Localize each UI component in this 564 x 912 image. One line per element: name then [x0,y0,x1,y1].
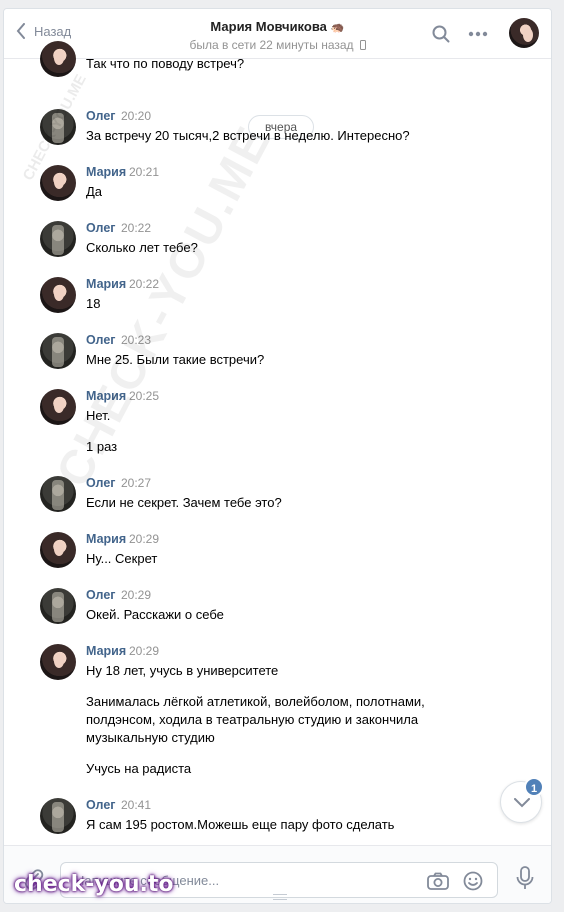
chat-title: Мария Мовчикова [210,19,327,34]
online-status: была в сети 22 минуты назад [189,38,354,52]
avatar[interactable] [40,165,76,201]
message-text: Если не секрет. Зачем тебе это? [86,495,282,510]
attach-icon[interactable] [24,868,44,890]
message-text: Учусь на радиста [86,761,192,776]
message-time: 20:25 [129,389,160,403]
message-text: Занималась лёгкой атлетикой, волейболом,… [86,694,425,709]
message-author[interactable]: Мария [86,165,126,179]
message-author[interactable]: Олег [86,109,116,123]
message-text: Так что по поводу встреч? [86,56,245,71]
message-author[interactable]: Олег [86,221,116,235]
chat-avatar[interactable] [509,18,539,48]
message-text: Нет. [86,408,111,423]
avatar[interactable] [40,389,76,425]
message-author[interactable]: Мария [86,389,126,403]
title-emoji: 🦔 [330,22,345,34]
message-time: 20:41 [121,798,152,812]
message-time: 20:27 [121,476,152,490]
more-icon[interactable] [468,31,488,37]
message-author[interactable]: Олег [86,588,116,602]
message-author[interactable]: Олег [86,476,116,490]
avatar[interactable] [40,476,76,512]
composer: Напишите сообщение... [4,845,551,903]
message-text: Да [86,184,103,199]
message-author[interactable]: Мария [86,532,126,546]
mobile-icon [359,40,366,50]
message-text: музыкальную студию [86,730,215,745]
message-author[interactable]: Мария [86,277,126,291]
microphone-icon[interactable] [516,866,534,890]
message-time: 20:29 [129,644,160,658]
message-text: Ну... Секрет [86,551,158,566]
avatar[interactable] [40,532,76,568]
message-author[interactable]: Олег [86,333,116,347]
message-text: Окей. Расскажи о себе [86,607,224,622]
avatar[interactable] [40,588,76,624]
search-icon[interactable] [432,25,450,43]
avatar[interactable] [40,333,76,369]
message-time: 20:21 [129,165,160,179]
message-text: Сколько лет тебе? [86,240,198,255]
message-time: 20:29 [121,588,152,602]
avatar[interactable] [40,277,76,313]
avatar[interactable] [40,798,76,834]
resize-handle[interactable] [273,894,287,900]
message-input[interactable]: Напишите сообщение... [60,862,498,898]
avatar[interactable] [40,221,76,257]
message-text: За встречу 20 тысяч,2 встречи в неделю. … [86,128,410,143]
message-text: 18 [86,296,101,311]
message-time: 20:29 [129,532,160,546]
message-text: Мне 25. Были такие встречи? [86,352,265,367]
emoji-icon[interactable] [463,871,483,891]
message-time: 20:22 [121,221,152,235]
avatar[interactable] [40,109,76,145]
message-author[interactable]: Олег [86,798,116,812]
message-text: 1 раз [86,439,118,454]
avatar[interactable] [40,41,76,77]
message-text: Ну 18 лет, учусь в университете [86,663,279,678]
unread-badge: 1 [524,777,544,797]
message-text: полдэнсом, ходила в театральную студию и… [86,712,419,727]
chevron-down-icon [514,798,530,808]
message-history[interactable]: Так что по поводу встреч? вчера Олег 20:… [4,41,551,839]
message-author[interactable]: Мария [86,644,126,658]
chat-panel: Назад Мария Мовчикова 🦔 была в сети 22 ми… [3,8,552,904]
message-time: 20:20 [121,109,152,123]
avatar[interactable] [40,644,76,680]
chat-header: Назад Мария Мовчикова 🦔 была в сети 22 ми… [4,9,551,59]
watermark-diagonal: CHECK-YOU.ME [46,117,282,496]
camera-icon[interactable] [427,872,449,890]
message-time: 20:22 [129,277,160,291]
message-input-placeholder: Напишите сообщение... [75,873,220,888]
message-time: 20:23 [121,333,152,347]
message-text: Я сам 195 ростом.Можешь еще пару фото сд… [86,817,395,832]
